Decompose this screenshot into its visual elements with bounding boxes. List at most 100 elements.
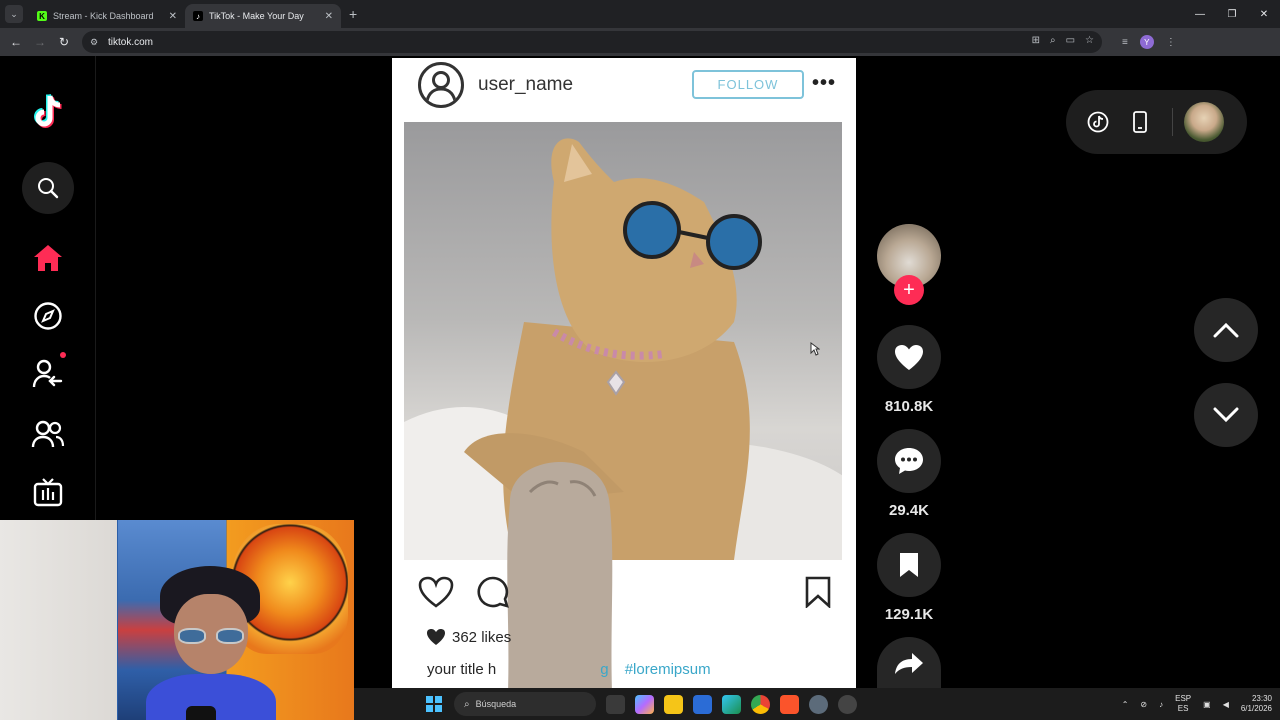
taskbar-clock[interactable]: 23:30 6/1/2026 [1241, 694, 1272, 713]
task-view-icon[interactable] [606, 694, 625, 714]
next-video-button[interactable] [1194, 383, 1258, 447]
back-icon[interactable]: ← [4, 35, 28, 49]
lang-code: ESP [1175, 694, 1192, 704]
translate-icon[interactable]: ⊞ [1032, 35, 1040, 46]
bookmark-star-icon[interactable]: ☆ [1085, 35, 1094, 46]
site-info-icon[interactable]: ⚙ [90, 37, 100, 47]
nav-home[interactable] [22, 232, 74, 284]
nav-live[interactable] [22, 466, 74, 518]
taskbar-search-label: Búsqueda [475, 699, 517, 709]
heart-icon [895, 344, 923, 370]
taskbar-apps [606, 694, 857, 714]
reading-list-icon[interactable]: ≡ [1122, 37, 1128, 48]
notification-dot [60, 352, 66, 358]
post-username[interactable]: user_name [478, 74, 573, 96]
tiktok-circle-icon [1087, 111, 1109, 133]
windows-start-icon[interactable] [426, 696, 442, 712]
tiktok-app-button[interactable] [1086, 110, 1110, 134]
close-icon[interactable]: ✕ [169, 11, 177, 22]
brave-icon[interactable] [780, 694, 799, 714]
friends-icon [31, 420, 65, 448]
user-profile-avatar[interactable] [1184, 102, 1224, 142]
chevron-up-icon [1213, 322, 1239, 338]
nav-friends[interactable] [22, 408, 74, 460]
comment-button[interactable] [877, 429, 941, 493]
search-icon: ⌕ [464, 698, 470, 710]
like-button[interactable] [877, 325, 941, 389]
save-count: 129.1K [884, 606, 934, 623]
copilot-icon[interactable] [635, 694, 654, 714]
kick-icon: K [37, 11, 47, 21]
system-tray: ⌃ ⊘ ♪ ESP ES ▣ ◀ 23:30 6/1/2026 [1122, 688, 1272, 720]
store-icon[interactable] [693, 694, 712, 714]
settings-icon[interactable] [809, 694, 828, 714]
language-indicator[interactable]: ESP ES [1175, 694, 1191, 713]
clock-date: 6/1/2026 [1240, 704, 1272, 713]
cast-icon[interactable]: ▭ [1066, 35, 1075, 46]
share-button[interactable] [877, 637, 941, 689]
save-button[interactable] [877, 533, 941, 597]
tiktok-sidebar [0, 56, 96, 520]
video-post[interactable]: user_name FOLLOW ••• 362 likes your titl… [392, 58, 856, 688]
close-window-icon[interactable]: ✕ [1248, 9, 1280, 20]
search-button[interactable] [22, 162, 74, 214]
forward-icon[interactable]: → [28, 35, 52, 49]
user-avatar-icon[interactable] [418, 62, 464, 108]
tiktok-icon: ♪ [193, 11, 203, 21]
zoom-icon[interactable]: ⌕ [1050, 35, 1056, 46]
minimize-icon[interactable]: — [1184, 9, 1216, 20]
follow-button[interactable]: FOLLOW [692, 70, 804, 99]
tab-kick-dashboard[interactable]: K Stream - Kick Dashboard ✕ [29, 4, 185, 28]
live-tv-icon [33, 478, 63, 507]
home-icon [34, 245, 62, 271]
tab-search-button[interactable]: ⌄ [5, 5, 23, 23]
hashtag-link[interactable]: #loremipsum [625, 661, 711, 678]
cat-photo [404, 122, 842, 560]
tray-overflow-icon[interactable]: ⌃ [1122, 700, 1129, 709]
new-tab-button[interactable]: + [349, 6, 357, 22]
bookmark-outline-icon[interactable] [804, 576, 832, 608]
tab-tiktok[interactable]: ♪ TikTok - Make Your Day ✕ [185, 4, 341, 28]
display-icon[interactable]: ▣ [1203, 700, 1211, 709]
follow-creator-plus-icon[interactable]: + [894, 275, 924, 305]
microphone [186, 706, 216, 720]
nav-explore[interactable] [22, 290, 74, 342]
mouse-cursor-icon [810, 342, 821, 356]
post-action-row [392, 570, 856, 614]
window-controls: — ❐ ✕ [1184, 0, 1280, 28]
tiktok-logo-icon[interactable] [26, 90, 70, 134]
like-count: 810.8K [884, 398, 934, 415]
toolbar-divider [1172, 108, 1173, 136]
browser-toolbar: ← → ↻ ⚙ tiktok.com ⊞ ⌕ ▭ ☆ ≡ Y ⋮ [0, 28, 1280, 56]
comment-icon [895, 448, 923, 474]
menu-icon[interactable]: ⋮ [1166, 37, 1176, 48]
reload-icon[interactable]: ↻ [52, 35, 76, 49]
phone-icon [1133, 111, 1147, 133]
restore-icon[interactable]: ❐ [1216, 9, 1248, 20]
file-explorer-icon[interactable] [664, 694, 683, 714]
post-likes: 362 likes [426, 628, 511, 646]
windows-taskbar: ⌕ Búsqueda ⌃ ⊘ ♪ ESP ES ▣ ◀ 23:30 6/1/20… [354, 688, 1280, 720]
network-icon[interactable]: ⊘ [1140, 700, 1147, 709]
heart-outline-icon[interactable] [418, 576, 454, 608]
search-icon [38, 178, 59, 199]
mic-icon[interactable]: ♪ [1159, 700, 1163, 709]
more-options-icon[interactable]: ••• [812, 72, 836, 95]
heart-filled-icon [427, 629, 445, 645]
taskbar-search[interactable]: ⌕ Búsqueda [454, 692, 596, 716]
app-icon[interactable] [838, 694, 857, 714]
post-header: user_name FOLLOW ••• [392, 58, 856, 116]
volume-icon[interactable]: ◀ [1223, 700, 1229, 709]
profile-avatar[interactable]: Y [1139, 35, 1154, 49]
comment-outline-icon[interactable] [476, 575, 510, 609]
close-icon[interactable]: ✕ [325, 11, 333, 22]
nav-following[interactable] [22, 348, 74, 400]
chrome-icon[interactable] [751, 694, 770, 714]
share-arrow-icon [895, 653, 923, 674]
edge-icon[interactable] [722, 694, 741, 714]
top-toolbar [1066, 90, 1247, 154]
address-bar[interactable]: ⚙ tiktok.com ⊞ ⌕ ▭ ☆ [82, 31, 1102, 53]
clock-time: 23:30 [1251, 694, 1272, 704]
get-app-button[interactable] [1128, 110, 1152, 134]
previous-video-button[interactable] [1194, 298, 1258, 362]
